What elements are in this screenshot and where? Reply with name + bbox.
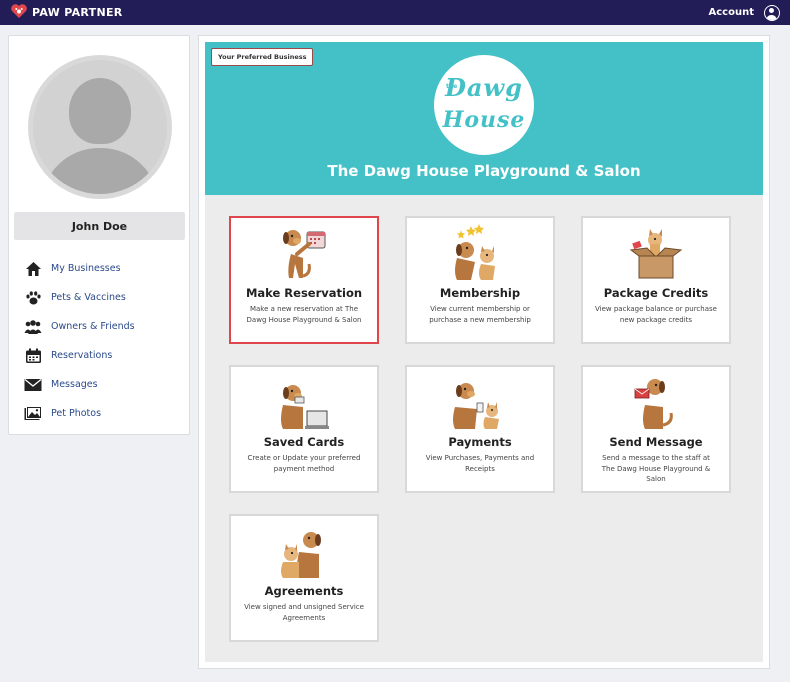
main-content: Your Preferred Business the Dawg House T… xyxy=(205,42,763,662)
card-description: View current membership or purchase a ne… xyxy=(429,305,531,324)
logo-text-line2: House xyxy=(442,107,526,133)
dogs-receipt-icon xyxy=(453,383,499,429)
sidebar-item-label: Reservations xyxy=(51,350,113,361)
card-description: View Purchases, Payments and Receipts xyxy=(425,454,535,473)
people-icon xyxy=(24,318,42,336)
sidebar-item-label: My Businesses xyxy=(51,263,121,274)
logo-text-line1: Dawg xyxy=(445,73,523,102)
make-reservation-card[interactable]: Make Reservation Make a new reservation … xyxy=(229,216,379,344)
sidebar-item-reservations[interactable]: Reservations xyxy=(24,341,184,370)
card-title: Payments xyxy=(448,435,512,449)
send-message-card[interactable]: Send Message Send a message to the staff… xyxy=(581,365,731,493)
dog-in-box-icon xyxy=(629,229,683,279)
brand-name: PAW PARTNER xyxy=(32,6,123,19)
sidebar-item-label: Messages xyxy=(51,379,98,390)
dogs-cuddle-icon xyxy=(281,532,321,578)
sidebar-item-owners-friends[interactable]: Owners & Friends xyxy=(24,312,184,341)
sidebar-item-label: Owners & Friends xyxy=(51,321,135,332)
user-circle-icon[interactable] xyxy=(764,4,780,21)
card-description: Send a message to the staff at The Dawg … xyxy=(601,454,711,483)
preferred-business-badge: Your Preferred Business xyxy=(211,48,314,66)
heart-paw-icon xyxy=(10,3,28,23)
dogs-stars-icon xyxy=(455,224,495,280)
main-panel: Your Preferred Business the Dawg House T… xyxy=(198,35,770,669)
sidebar-item-pets-vaccines[interactable]: Pets & Vaccines xyxy=(24,283,184,312)
top-navigation-bar: PAW PARTNER Account xyxy=(0,0,790,25)
saved-cards-card[interactable]: Saved Cards Create or Update your prefer… xyxy=(229,365,379,493)
home-icon xyxy=(24,260,42,278)
payments-card[interactable]: Payments View Purchases, Payments and Re… xyxy=(405,365,555,493)
sidebar-item-pet-photos[interactable]: Pet Photos xyxy=(24,399,184,428)
sidebar-item-my-businesses[interactable]: My Businesses xyxy=(24,254,184,283)
avatar-head-silhouette xyxy=(69,78,131,144)
business-logo[interactable]: the Dawg House xyxy=(434,55,534,155)
card-title: Saved Cards xyxy=(263,435,345,449)
calendar-icon xyxy=(24,347,42,365)
dog-laptop-icon xyxy=(281,385,329,429)
profile-sidebar: John Doe My Businesses Pets & Vaccines O… xyxy=(8,35,190,435)
sidebar-item-label: Pet Photos xyxy=(51,408,102,419)
photo-icon xyxy=(24,405,42,423)
user-name: John Doe xyxy=(71,219,128,233)
dog-calendar-icon xyxy=(283,230,326,278)
card-description: Make a new reservation at The Dawg House… xyxy=(246,305,362,324)
card-title: Agreements xyxy=(264,584,344,598)
card-title: Make Reservation xyxy=(245,286,363,300)
avatar xyxy=(28,55,172,199)
business-banner: Your Preferred Business the Dawg House T… xyxy=(205,42,763,195)
card-title: Membership xyxy=(439,286,521,300)
envelope-icon xyxy=(24,376,42,394)
sidebar-nav: My Businesses Pets & Vaccines Owners & F… xyxy=(24,254,184,428)
card-title: Send Message xyxy=(609,435,703,449)
sidebar-item-label: Pets & Vaccines xyxy=(51,292,126,303)
card-description: Create or Update your preferred payment … xyxy=(247,454,361,473)
sidebar-item-messages[interactable]: Messages xyxy=(24,370,184,399)
card-title: Package Credits xyxy=(603,286,709,300)
package-credits-card[interactable]: Package Credits View package balance or … xyxy=(581,216,731,344)
agreements-card[interactable]: Agreements View signed and unsigned Serv… xyxy=(229,514,379,642)
membership-card[interactable]: Membership View current membership or pu… xyxy=(405,216,555,344)
paw-icon xyxy=(24,289,42,307)
business-name: The Dawg House Playground & Salon xyxy=(327,162,641,180)
brand-logo[interactable]: PAW PARTNER xyxy=(10,3,123,23)
account-menu[interactable]: Account xyxy=(709,4,780,21)
account-label[interactable]: Account xyxy=(709,7,754,18)
card-description: View package balance or purchase new pac… xyxy=(595,305,717,324)
card-description: View signed and unsigned Service Agreeme… xyxy=(244,603,364,622)
avatar-body-silhouette xyxy=(41,148,159,194)
dog-envelope-icon xyxy=(634,379,673,429)
user-name-box: John Doe xyxy=(14,212,185,240)
